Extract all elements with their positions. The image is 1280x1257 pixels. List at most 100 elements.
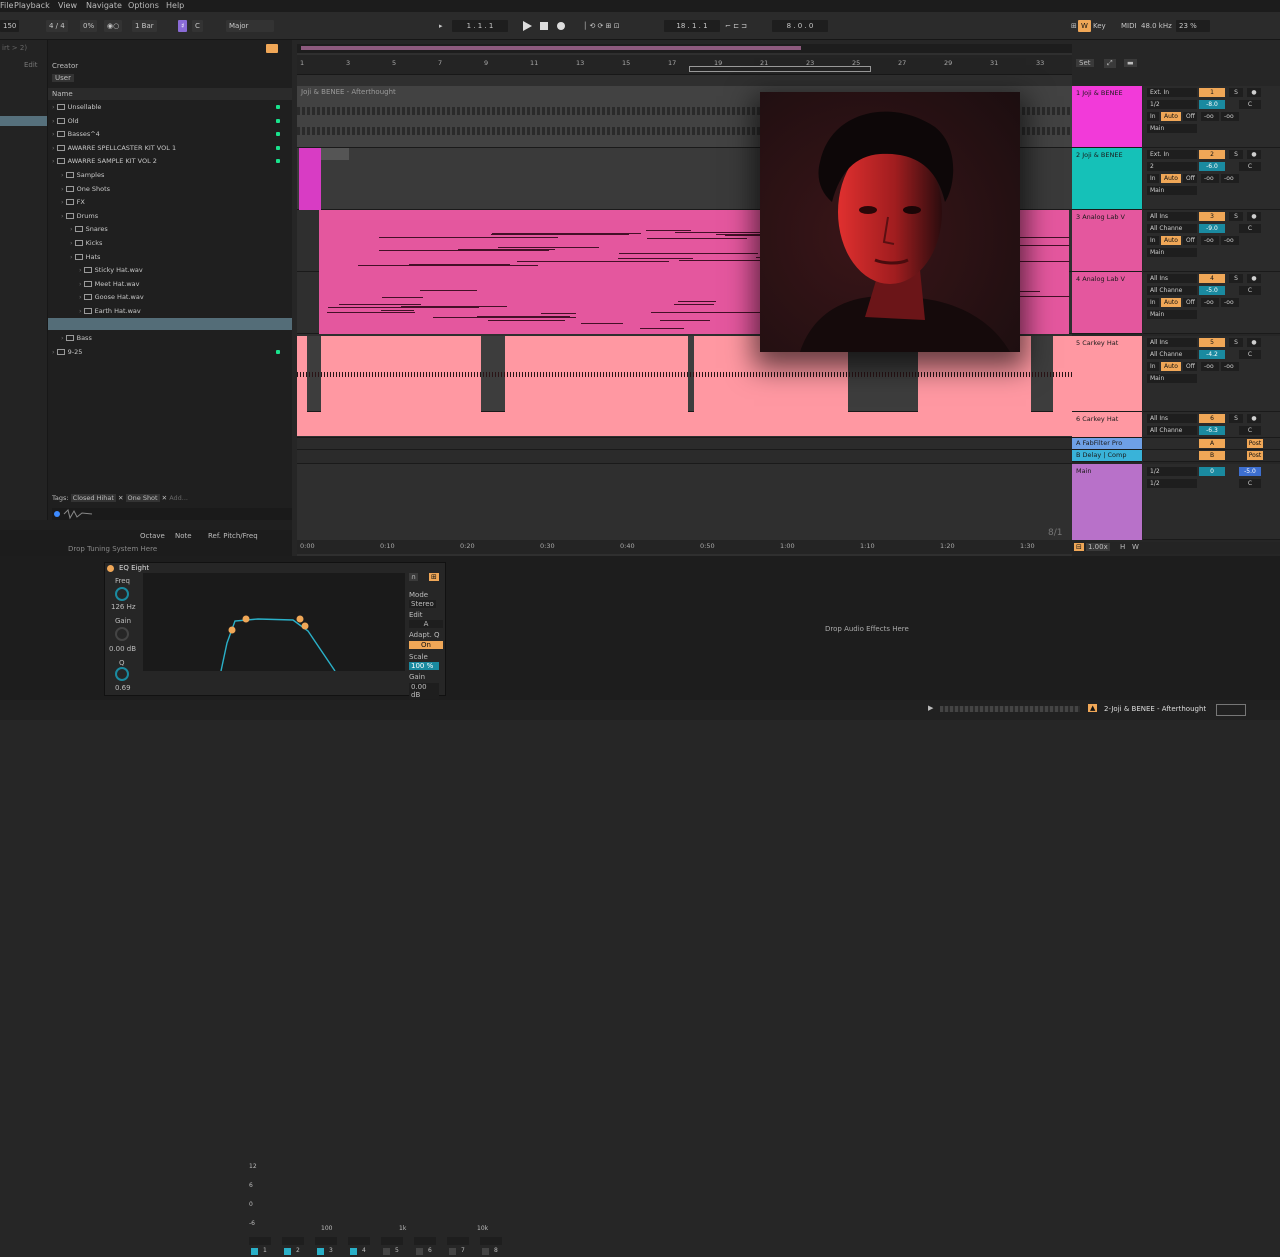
filter-type-icon[interactable] bbox=[282, 1237, 304, 1245]
browser-item[interactable]: › FX bbox=[52, 196, 290, 208]
browser-item[interactable]: › Meet Hat.wav bbox=[52, 278, 290, 290]
band-enable-toggle[interactable] bbox=[251, 1248, 258, 1255]
stop-button[interactable] bbox=[538, 20, 550, 32]
overview-strip[interactable] bbox=[297, 44, 1072, 53]
input-select[interactable]: Ext. In bbox=[1147, 88, 1197, 97]
time-ruler[interactable] bbox=[297, 540, 1072, 554]
filter-type-icon[interactable] bbox=[348, 1237, 370, 1245]
monitor-in[interactable]: In bbox=[1147, 362, 1159, 371]
send-a[interactable]: -oo bbox=[1201, 298, 1219, 307]
master-pan[interactable]: C bbox=[1239, 479, 1261, 488]
master-sub2[interactable]: 1/2 bbox=[1147, 479, 1197, 488]
track-header-5[interactable]: 5 Carkey Hat bbox=[1072, 336, 1142, 412]
browser-item[interactable]: › Snares bbox=[52, 223, 290, 235]
solo-button[interactable]: S bbox=[1229, 338, 1243, 347]
menu-help[interactable]: Help bbox=[166, 1, 184, 10]
send-b[interactable]: -oo bbox=[1221, 236, 1239, 245]
send-a[interactable]: -oo bbox=[1201, 362, 1219, 371]
input-channel-select[interactable]: All Channe bbox=[1147, 350, 1197, 359]
pan-field[interactable]: C bbox=[1239, 426, 1261, 435]
master-volume[interactable]: 0 bbox=[1199, 467, 1225, 476]
tag-one-shot[interactable]: One Shot bbox=[125, 494, 160, 502]
tag-add[interactable]: Add... bbox=[169, 494, 188, 502]
send-b[interactable]: -oo bbox=[1221, 298, 1239, 307]
creator-filter[interactable]: Creator bbox=[52, 62, 78, 70]
eight-band-icon[interactable]: ⊞ bbox=[429, 573, 439, 581]
master-sub1[interactable]: 1/2 bbox=[1147, 467, 1197, 476]
track-header-6[interactable]: 6 Carkey Hat bbox=[1072, 412, 1142, 438]
return-header-1[interactable]: A FabFilter Pro bbox=[1072, 438, 1142, 450]
key-select[interactable]: C bbox=[192, 20, 203, 32]
input-select[interactable]: All Ins bbox=[1147, 212, 1197, 221]
solo-button[interactable]: S bbox=[1229, 414, 1243, 423]
track-number[interactable]: 4 bbox=[1199, 274, 1225, 283]
solo-button[interactable]: S bbox=[1229, 212, 1243, 221]
arm-icon[interactable]: ● bbox=[1247, 212, 1261, 221]
user-filter[interactable]: User bbox=[52, 74, 74, 82]
metronome-icon[interactable]: ◉○ bbox=[104, 20, 123, 32]
zoom-field[interactable]: 0% bbox=[80, 20, 98, 32]
track-header-2[interactable]: 2 Joji & BENEE bbox=[1072, 148, 1142, 210]
gain2-value[interactable]: 0.00 dB bbox=[409, 683, 439, 699]
set-button[interactable]: Set bbox=[1076, 59, 1094, 67]
follow-icon[interactable]: ▸ bbox=[436, 20, 446, 32]
time-signature[interactable]: 4 / 4 bbox=[46, 20, 68, 32]
monitor-in[interactable]: In bbox=[1147, 298, 1159, 307]
expand-icon[interactable]: ⤢ bbox=[1104, 59, 1116, 68]
browser-item[interactable]: › AWARRE SAMPLE KIT VOL 2 bbox=[52, 155, 290, 167]
browser-item[interactable]: › Basses^4 bbox=[52, 128, 290, 140]
monitor-auto[interactable]: Auto bbox=[1161, 236, 1181, 245]
arm-icon[interactable]: ● bbox=[1247, 338, 1261, 347]
eq-band-7[interactable]: 7 bbox=[447, 1237, 477, 1257]
tuning-drop-zone[interactable]: Drop Tuning System Here bbox=[68, 545, 157, 553]
midi-clip-short[interactable] bbox=[299, 148, 321, 210]
master-header[interactable]: Main bbox=[1072, 464, 1142, 540]
send-b[interactable]: -oo bbox=[1221, 362, 1239, 371]
monitor-off[interactable]: Off bbox=[1183, 298, 1197, 307]
browser-item[interactable]: › 9-25 bbox=[52, 346, 290, 358]
input-channel-select[interactable]: All Channe bbox=[1147, 426, 1197, 435]
tempo-field[interactable]: 150 bbox=[0, 20, 20, 32]
eq-band-1[interactable]: 1 bbox=[249, 1237, 279, 1257]
clip-header[interactable] bbox=[321, 148, 349, 160]
solo-button[interactable]: S bbox=[1229, 88, 1243, 97]
play-button[interactable] bbox=[521, 20, 533, 32]
volume-field[interactable]: -5.0 bbox=[1199, 286, 1225, 295]
track-number[interactable]: 2 bbox=[1199, 150, 1225, 159]
monitor-off[interactable]: Off bbox=[1183, 112, 1197, 121]
band-enable-toggle[interactable] bbox=[482, 1248, 489, 1255]
gain-knob[interactable] bbox=[115, 627, 129, 641]
monitor-auto[interactable]: Auto bbox=[1161, 174, 1181, 183]
scale-select[interactable]: Major bbox=[226, 20, 274, 32]
input-channel-select[interactable]: All Channe bbox=[1147, 286, 1197, 295]
monitor-in[interactable]: In bbox=[1147, 174, 1159, 183]
monitor-auto[interactable]: Auto bbox=[1161, 112, 1181, 121]
pan-field[interactable]: C bbox=[1239, 350, 1261, 359]
browser-item[interactable]: › Bass bbox=[52, 332, 290, 344]
filter-type-icon[interactable] bbox=[315, 1237, 337, 1245]
return-number[interactable]: A bbox=[1199, 439, 1225, 448]
track-header-4[interactable]: 4 Analog Lab V bbox=[1072, 272, 1142, 334]
return-number[interactable]: B bbox=[1199, 451, 1225, 460]
pan-field[interactable]: C bbox=[1239, 100, 1261, 109]
input-channel-select[interactable]: 2 bbox=[1147, 162, 1197, 171]
status-scroll[interactable] bbox=[940, 706, 1080, 712]
return-lane-a[interactable] bbox=[297, 438, 1072, 450]
band-enable-toggle[interactable] bbox=[449, 1248, 456, 1255]
send-a[interactable]: -oo bbox=[1201, 112, 1219, 121]
automation-icons[interactable]: │ ⟲ ⟳ ⊞ ⊡ bbox=[580, 20, 623, 32]
w-button[interactable]: W bbox=[1132, 543, 1139, 551]
eq-band-5[interactable]: 5 bbox=[381, 1237, 411, 1257]
browser-item[interactable]: › Kicks bbox=[52, 237, 290, 249]
eq-graph[interactable] bbox=[143, 573, 405, 672]
preview-waveform[interactable] bbox=[52, 508, 292, 520]
volume-field[interactable]: -6.0 bbox=[1199, 162, 1225, 171]
device-power-icon[interactable] bbox=[107, 565, 114, 572]
browser-item[interactable]: › Unsellable bbox=[52, 101, 290, 113]
menu-view[interactable]: View bbox=[58, 1, 77, 10]
browser-item[interactable]: › Goose Hat.wav bbox=[52, 291, 290, 303]
send-b[interactable]: -oo bbox=[1221, 174, 1239, 183]
places-selected-item[interactable] bbox=[0, 116, 47, 126]
output-select[interactable]: Main bbox=[1147, 374, 1197, 383]
volume-field[interactable]: -6.3 bbox=[1199, 426, 1225, 435]
